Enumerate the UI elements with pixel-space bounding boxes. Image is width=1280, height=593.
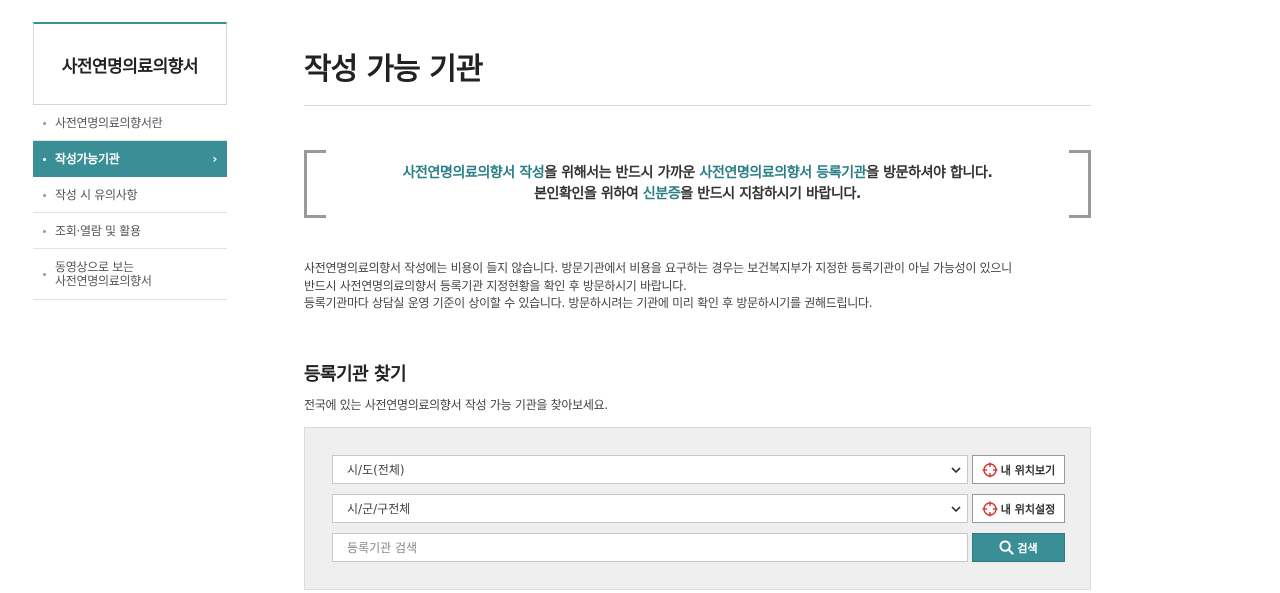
my-location-view-button[interactable]: 내 위치보기: [972, 455, 1065, 484]
sidebar-item-label: 작성 시 유의사항: [55, 188, 138, 202]
description-line: 등록기관마다 상담실 운영 기준이 상이할 수 있습니다. 방문하시려는 기관에…: [304, 296, 873, 310]
section-title: 등록기관 찾기: [304, 364, 407, 385]
bullet-icon: [43, 121, 46, 125]
my-location-view-label: 내 위치보기: [1000, 463, 1056, 477]
district-select-value: 시/군/구전체: [347, 502, 411, 516]
notice-text-part: 을 방문하셔야 합니다.: [866, 165, 993, 181]
chevron-right-icon: ›: [212, 151, 217, 166]
notice-highlight: 사전연명의료의향서 작성: [402, 165, 545, 181]
sidebar-item-label: 작성가능기관: [55, 152, 120, 166]
notice-line-2: 본인확인을 위하여 신분증을 반드시 지참하시기 바랍니다.: [304, 184, 1091, 205]
sidebar-item-label: 동영상으로 보는 사전연명의료의향서: [55, 260, 152, 288]
sidebar-item-about[interactable]: 사전연명의료의향서란: [33, 105, 227, 141]
chevron-down-icon: [951, 505, 961, 512]
sidebar-item-label-line2: 사전연명의료의향서: [55, 274, 152, 288]
sidebar-item-video[interactable]: 동영상으로 보는 사전연명의료의향서: [33, 249, 227, 300]
bullet-icon: [43, 273, 46, 276]
sidebar-title: 사전연명의료의향서: [33, 22, 227, 105]
sidebar-item-label-line1: 동영상으로 보는: [55, 260, 134, 274]
notice-text-part: 을 위해서는 반드시 가까운: [544, 165, 700, 181]
sidebar: 사전연명의료의향서 사전연명의료의향서란 작성가능기관 › 작성 시 유의사항 …: [33, 22, 227, 300]
sidebar-item-inquiry[interactable]: 조회·열람 및 활용: [33, 213, 227, 249]
search-input-placeholder: 등록기관 검색: [347, 541, 418, 555]
crosshair-icon: [982, 462, 998, 477]
description-line: 반드시 사전연명의료의향서 등록기관 지정현황을 확인 후 방문하시기 바랍니다…: [304, 278, 687, 293]
description-line: 사전연명의료의향서 작성에는 비용이 들지 않습니다. 방문기관에서 비용을 요…: [304, 261, 1012, 275]
search-panel: 시/도(전체) 내 위치보기 시/군/구전체 내 위치설정 등록기관 검색 검색: [304, 427, 1091, 590]
crosshair-icon: [982, 501, 998, 516]
search-icon: [999, 540, 1014, 555]
search-button-label: 검색: [1017, 541, 1038, 555]
province-select-value: 시/도(전체): [347, 463, 405, 477]
sidebar-item-label: 사전연명의료의향서란: [55, 116, 163, 130]
sidebar-item-label: 조회·열람 및 활용: [55, 224, 141, 238]
institution-search-input[interactable]: 등록기관 검색: [332, 533, 968, 562]
my-location-set-label: 내 위치설정: [1000, 502, 1056, 516]
bullet-icon: [43, 157, 46, 161]
notice-box: 사전연명의료의향서 작성을 위해서는 반드시 가까운 사전연명의료의향서 등록기…: [304, 150, 1091, 218]
notice-line-1: 사전연명의료의향서 작성을 위해서는 반드시 가까운 사전연명의료의향서 등록기…: [304, 163, 1091, 184]
sidebar-item-available-institutions[interactable]: 작성가능기관 ›: [33, 141, 227, 177]
section-subtitle: 전국에 있는 사전연명의료의향서 작성 가능 기관을 찾아보세요.: [304, 398, 608, 412]
province-select[interactable]: 시/도(전체): [332, 455, 968, 484]
sidebar-item-precautions[interactable]: 작성 시 유의사항: [33, 177, 227, 213]
notice-text-part: 을 반드시 지참하시기 바랍니다.: [680, 186, 861, 202]
page-title: 작성 가능 기관: [304, 52, 483, 87]
notice-text: 사전연명의료의향서 작성을 위해서는 반드시 가까운 사전연명의료의향서 등록기…: [304, 163, 1091, 205]
notice-highlight: 사전연명의료의향서 등록기관: [699, 165, 867, 181]
search-button[interactable]: 검색: [972, 533, 1065, 562]
bullet-icon: [43, 193, 46, 197]
title-divider: [304, 105, 1091, 106]
description: 사전연명의료의향서 작성에는 비용이 들지 않습니다. 방문기관에서 비용을 요…: [304, 260, 1091, 313]
my-location-set-button[interactable]: 내 위치설정: [972, 494, 1065, 523]
district-select[interactable]: 시/군/구전체: [332, 494, 968, 523]
notice-highlight: 신분증: [642, 186, 681, 202]
bullet-icon: [43, 229, 46, 233]
notice-text-part: 본인확인을 위하여: [534, 186, 643, 202]
chevron-down-icon: [951, 466, 961, 473]
